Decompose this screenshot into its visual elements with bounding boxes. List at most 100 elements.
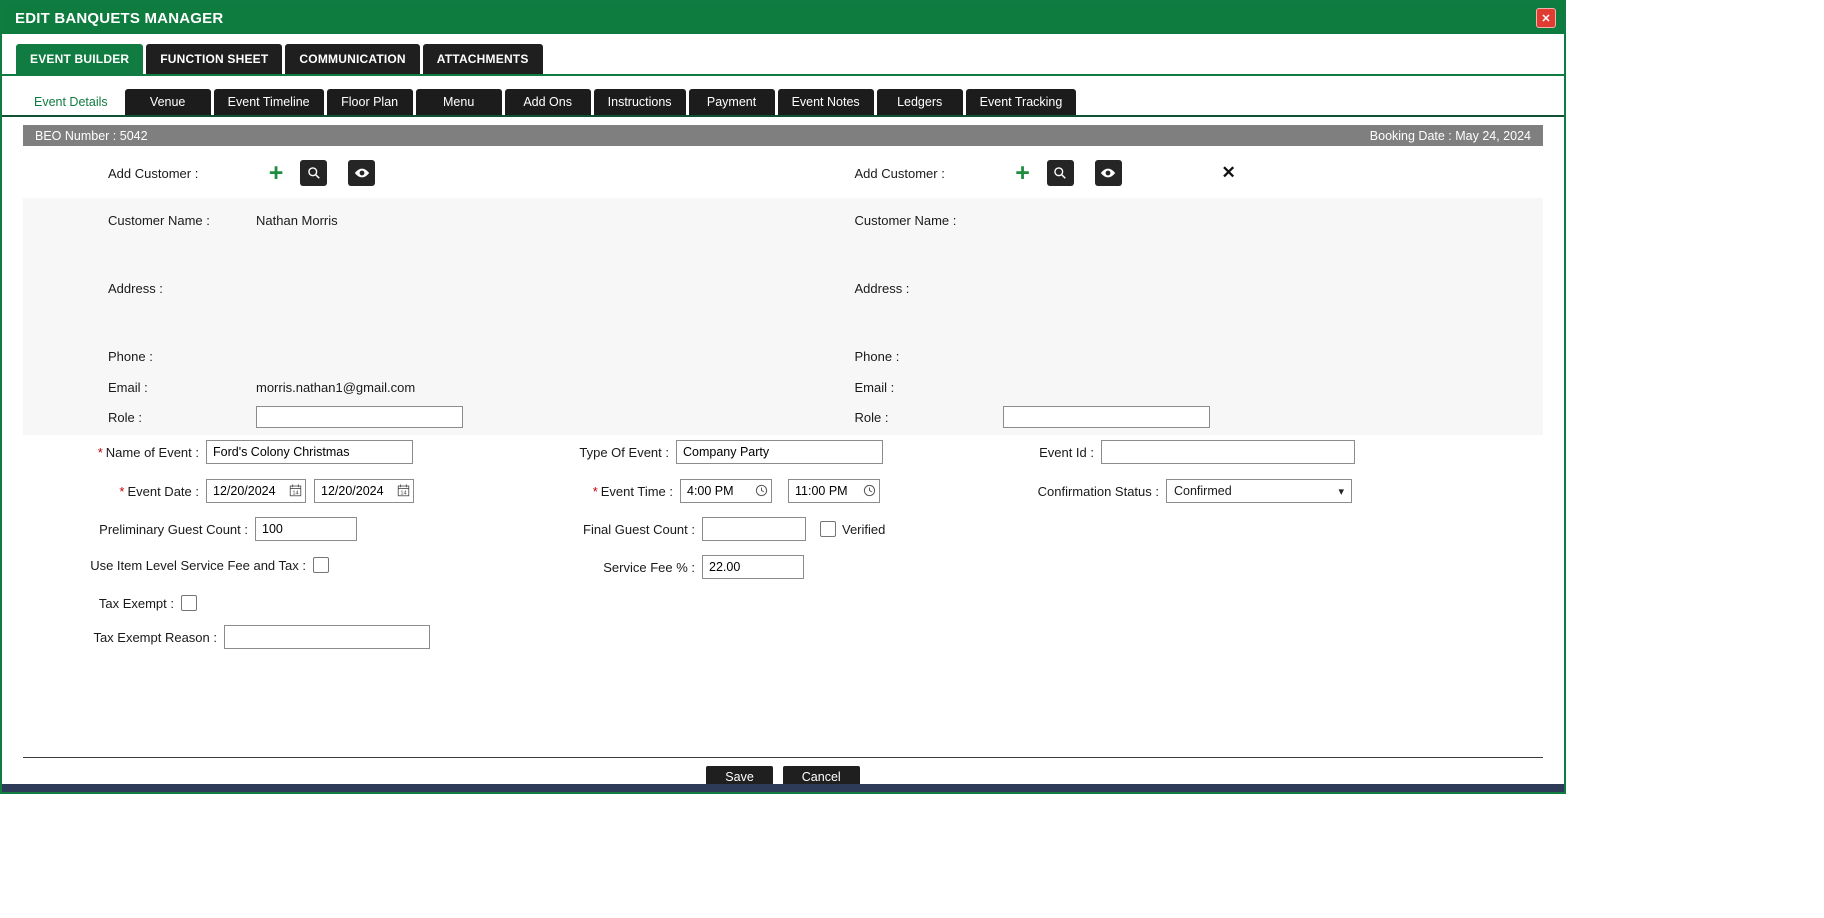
tax-exempt-field: Tax Exempt : — [181, 595, 197, 611]
service-fee-field: Service Fee % : — [702, 555, 804, 579]
email-label: Email : — [108, 380, 256, 395]
tab-attachments[interactable]: ATTACHMENTS — [423, 44, 543, 74]
event-end-date-wrap: 14 — [314, 479, 414, 503]
footer-divider — [23, 757, 1543, 758]
search-customer-button[interactable] — [300, 160, 327, 186]
type-of-event-field: Type Of Event : — [676, 440, 883, 464]
tab-communication[interactable]: COMMUNICATION — [285, 44, 419, 74]
clock-icon[interactable] — [863, 484, 876, 497]
preliminary-guest-count-input[interactable] — [255, 517, 357, 541]
tab-ledgers[interactable]: Ledgers — [877, 89, 963, 115]
preliminary-guest-count-field: Preliminary Guest Count : — [255, 517, 357, 541]
tab-event-builder[interactable]: EVENT BUILDER — [16, 44, 143, 74]
use-item-level-checkbox[interactable] — [313, 557, 329, 573]
role-input[interactable] — [1003, 406, 1210, 428]
add-customer-row-right: Add Customer : + ✕ — [797, 156, 1544, 190]
plus-icon: + — [1015, 159, 1030, 187]
event-id-field: Event Id : — [1101, 440, 1355, 464]
search-customer-button[interactable] — [1047, 160, 1074, 186]
booking-date: Booking Date : May 24, 2024 — [1370, 129, 1531, 143]
tab-payment[interactable]: Payment — [689, 89, 775, 115]
add-customer-label: Add Customer : — [108, 166, 264, 181]
confirmation-status-label: Confirmation Status : — [1038, 484, 1159, 499]
svg-text:14: 14 — [292, 491, 298, 497]
customer-name-row: Customer Name : — [855, 212, 1544, 228]
event-start-time-wrap — [680, 479, 772, 503]
customer-section: Add Customer : + A — [23, 156, 1543, 435]
main-tab-bar: EVENT BUILDER FUNCTION SHEET COMMUNICATI… — [2, 34, 1564, 76]
event-date-label: * Event Date : — [119, 484, 199, 499]
confirmation-status-select[interactable]: Confirmed ▾ — [1166, 479, 1352, 503]
event-id-label: Event Id : — [1039, 445, 1094, 460]
name-of-event-input[interactable] — [206, 440, 413, 464]
event-end-time-wrap — [788, 479, 880, 503]
tab-add-ons[interactable]: Add Ons — [505, 89, 591, 115]
close-button[interactable]: ✕ — [1536, 8, 1556, 28]
view-customer-button[interactable] — [1095, 160, 1122, 186]
role-row: Role : — [855, 406, 1544, 428]
role-input[interactable] — [256, 406, 463, 428]
service-fee-input[interactable] — [702, 555, 804, 579]
customer-panel: Customer Name : Nathan Morris Address : … — [23, 198, 1543, 435]
role-row: Role : — [108, 406, 797, 428]
name-of-event-field: * Name of Event : — [206, 440, 413, 464]
event-time-label: * Event Time : — [593, 484, 673, 499]
tab-menu[interactable]: Menu — [416, 89, 502, 115]
search-icon — [1053, 166, 1067, 180]
address-row: Address : — [855, 280, 1544, 296]
tab-venue[interactable]: Venue — [125, 89, 211, 115]
customer-panel-left: Customer Name : Nathan Morris Address : … — [23, 198, 797, 435]
tab-function-sheet[interactable]: FUNCTION SHEET — [146, 44, 282, 74]
address-label: Address : — [108, 281, 256, 296]
clock-icon[interactable] — [755, 484, 768, 497]
window-bottom-strip — [2, 784, 1564, 792]
calendar-icon[interactable]: 14 — [397, 484, 410, 497]
confirmation-status-field: Confirmation Status : Confirmed ▾ — [1166, 479, 1352, 503]
add-customer-button[interactable]: + — [264, 161, 288, 185]
calendar-icon[interactable]: 14 — [289, 484, 302, 497]
tax-exempt-reason-input[interactable] — [224, 625, 430, 649]
event-id-input[interactable] — [1101, 440, 1355, 464]
type-of-event-input[interactable] — [676, 440, 883, 464]
edit-banquets-manager-window: EDIT BANQUETS MANAGER ✕ EVENT BUILDER FU… — [0, 0, 1566, 794]
add-customer-rows: Add Customer : + A — [23, 156, 1543, 190]
tab-event-notes[interactable]: Event Notes — [778, 89, 874, 115]
use-item-level-field: Use Item Level Service Fee and Tax : — [313, 557, 329, 573]
tab-floor-plan[interactable]: Floor Plan — [327, 89, 413, 115]
email-label: Email : — [855, 380, 1003, 395]
tab-event-tracking[interactable]: Event Tracking — [966, 89, 1077, 115]
verified-checkbox[interactable] — [820, 521, 836, 537]
address-label: Address : — [855, 281, 1003, 296]
sub-tab-bar: Event Details Venue Event Timeline Floor… — [2, 76, 1564, 117]
final-guest-count-input[interactable] — [702, 517, 806, 541]
tab-event-details[interactable]: Event Details — [20, 89, 122, 115]
type-of-event-label: Type Of Event : — [579, 445, 669, 460]
email-row: Email : morris.nathan1@gmail.com — [108, 379, 797, 395]
role-label: Role : — [108, 410, 256, 425]
add-customer-button[interactable]: + — [1011, 161, 1035, 185]
info-bar: BEO Number : 5042 Booking Date : May 24,… — [23, 125, 1543, 146]
tax-exempt-checkbox[interactable] — [181, 595, 197, 611]
remove-customer-button[interactable]: ✕ — [1222, 163, 1236, 183]
search-icon — [307, 166, 321, 180]
tax-exempt-reason-field: Tax Exempt Reason : — [224, 625, 430, 649]
required-marker: * — [119, 484, 124, 499]
preliminary-guest-count-label: Preliminary Guest Count : — [99, 522, 248, 537]
window-title: EDIT BANQUETS MANAGER — [15, 10, 223, 27]
address-row: Address : — [108, 280, 797, 296]
tab-instructions[interactable]: Instructions — [594, 89, 686, 115]
view-customer-button[interactable] — [348, 160, 375, 186]
required-marker: * — [593, 484, 598, 499]
email-value: morris.nathan1@gmail.com — [256, 380, 415, 395]
confirmation-status-value: Confirmed — [1174, 484, 1232, 498]
use-item-level-label: Use Item Level Service Fee and Tax : — [90, 558, 306, 573]
tab-event-timeline[interactable]: Event Timeline — [214, 89, 324, 115]
add-customer-label: Add Customer : — [855, 166, 1011, 181]
service-fee-label: Service Fee % : — [603, 560, 695, 575]
eye-icon — [354, 167, 370, 179]
chevron-down-icon: ▾ — [1338, 485, 1344, 498]
title-bar: EDIT BANQUETS MANAGER ✕ — [2, 2, 1564, 34]
tax-exempt-reason-label: Tax Exempt Reason : — [93, 630, 217, 645]
phone-label: Phone : — [108, 349, 256, 364]
close-icon: ✕ — [1541, 12, 1550, 25]
